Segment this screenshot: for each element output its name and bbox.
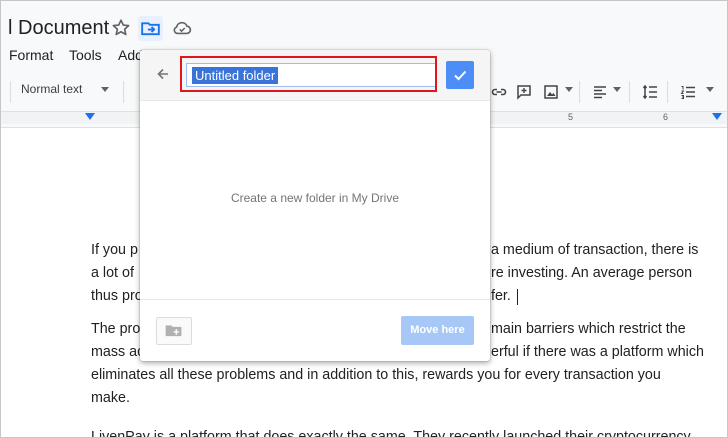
image-icon[interactable] <box>542 83 560 101</box>
cloud-saved-icon[interactable] <box>171 18 193 38</box>
text-line: make. <box>91 390 130 406</box>
text-line: a medium of transaction, there is <box>491 242 699 258</box>
line-spacing-icon[interactable] <box>641 83 659 101</box>
text-line: erful if there was a platform which <box>491 344 704 360</box>
text-line: eliminates all these problems and in add… <box>91 367 661 383</box>
text-line: The pro <box>91 321 141 337</box>
new-folder-button[interactable] <box>156 317 192 345</box>
text-line: LivenPay is a platform that does exactly… <box>91 429 694 438</box>
toolbar-divider <box>579 81 580 103</box>
toolbar-divider <box>667 81 668 103</box>
dialog-header: Untitled folder <box>140 50 490 101</box>
empty-folder-message: Create a new folder in My Drive <box>230 191 400 205</box>
comment-icon[interactable] <box>515 83 533 101</box>
google-docs-window: l Document Format Tools Add ... ... ... … <box>0 0 728 438</box>
text-line: mass ac <box>91 344 145 360</box>
selected-folder-name: Untitled folder <box>192 67 279 84</box>
dialog-footer: Move here <box>140 299 490 362</box>
chevron-down-icon[interactable] <box>565 87 573 92</box>
text-line: re investing. An average person <box>491 265 693 281</box>
star-icon[interactable] <box>110 17 132 39</box>
move-folder-dialog: Untitled folder Create a new folder in M… <box>140 50 490 361</box>
numbered-list-icon[interactable] <box>679 83 697 101</box>
text-line: fer. <box>491 288 511 304</box>
confirm-button[interactable] <box>446 61 474 89</box>
text-line: main barriers which restrict the <box>491 321 686 337</box>
ruler-number: 6 <box>663 112 669 122</box>
link-icon[interactable] <box>490 83 508 101</box>
text-cursor <box>517 289 518 305</box>
align-left-icon[interactable] <box>591 83 609 101</box>
toolbar-divider <box>629 81 630 103</box>
text-line: thus pro <box>91 288 143 304</box>
ruler-number: 5 <box>568 112 574 122</box>
toolbar-divider <box>123 81 124 103</box>
title-bar: l Document <box>1 1 727 45</box>
text-line: a lot of <box>91 265 134 281</box>
menu-item-format[interactable]: Format <box>9 47 53 63</box>
text-line: If you p <box>91 242 138 258</box>
toolbar-divider <box>10 81 11 103</box>
new-folder-icon <box>165 325 182 337</box>
chevron-down-icon[interactable] <box>101 87 109 92</box>
menu-item-tools[interactable]: Tools <box>69 47 102 63</box>
move-to-folder-icon[interactable] <box>138 16 163 41</box>
indent-marker[interactable] <box>85 113 95 120</box>
chevron-down-icon[interactable] <box>613 87 621 92</box>
back-arrow-icon[interactable] <box>155 66 171 82</box>
document-title[interactable]: l Document <box>8 17 109 40</box>
checkmark-icon <box>454 70 467 81</box>
chevron-down-icon[interactable] <box>706 87 714 92</box>
paragraph: LivenPay is a platform that does exactly… <box>91 426 721 438</box>
paragraph-style-select[interactable]: Normal text <box>21 82 82 96</box>
move-here-button[interactable]: Move here <box>401 316 474 345</box>
right-indent-marker[interactable] <box>712 113 722 120</box>
